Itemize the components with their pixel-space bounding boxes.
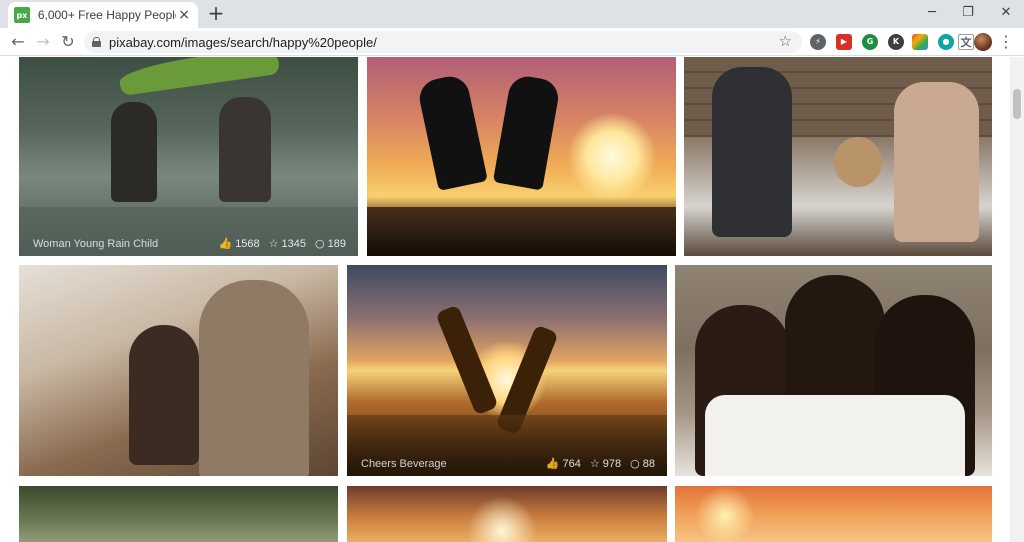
couple-with-dog-photo[interactable] — [684, 57, 992, 256]
sun-shape — [567, 112, 657, 202]
extension-green-circle-icon[interactable]: G — [862, 34, 878, 50]
pixabay-favicon-icon: px — [14, 7, 30, 23]
man-figure — [712, 67, 792, 237]
thumbs-up-icon: 👍 — [545, 457, 560, 470]
blonde-woman-figure — [199, 280, 309, 476]
page-scrollbar[interactable] — [1010, 57, 1024, 542]
star-icon: ☆ — [589, 457, 600, 470]
leaf-umbrella-shape — [117, 57, 281, 96]
favorites-count: 1345 — [281, 237, 307, 250]
browser-tab[interactable]: px 6,000+ Free Happy People & Hap × — [8, 2, 198, 28]
browser-menu-icon[interactable]: ⋮ — [998, 32, 1014, 52]
extension-bolt-icon[interactable]: ⚡ — [810, 34, 826, 50]
window-close-icon[interactable]: ✕ — [988, 0, 1024, 28]
favorites-stat[interactable]: ☆ 978 — [590, 457, 621, 470]
comments-stat[interactable]: ○ 88 — [630, 457, 655, 470]
likes-stat[interactable]: 👍 1568 — [218, 237, 259, 250]
extension-teal-badge-icon[interactable]: ● — [938, 34, 954, 50]
browser-toolbar: ← → ↻ pixabay.com/images/search/happy%20… — [0, 28, 1024, 56]
back-icon[interactable]: ← — [8, 32, 28, 52]
comments-count: 189 — [327, 237, 346, 250]
jumping-silhouettes-photo[interactable] — [367, 57, 676, 256]
women-laughing-photo[interactable] — [19, 265, 338, 476]
likes-count: 1568 — [235, 237, 260, 250]
likes-count: 764 — [562, 457, 581, 470]
new-tab-icon[interactable]: + — [204, 3, 228, 25]
jumping-person-silhouette — [416, 73, 488, 191]
three-friends-photo[interactable] — [675, 265, 992, 476]
pug-dog — [834, 137, 882, 187]
search-results-grid: Woman Young Rain Child 👍 1568 ☆ 1345 ○ 189 … — [0, 57, 1010, 542]
sun-shape — [695, 486, 755, 542]
comments-stat[interactable]: ○ 189 — [315, 237, 346, 250]
tab-title: 6,000+ Free Happy People & Hap — [37, 8, 176, 22]
url-text[interactable]: pixabay.com/images/search/happy%20people… — [109, 35, 377, 50]
star-icon: ☆ — [268, 237, 279, 250]
minimize-icon[interactable]: ─ — [914, 0, 950, 28]
favorites-count: 978 — [602, 457, 622, 470]
sun-glow-photo[interactable] — [675, 486, 992, 542]
extension-colorful-icon[interactable] — [912, 34, 928, 50]
comment-icon: ○ — [315, 237, 325, 250]
close-tab-icon[interactable]: × — [176, 7, 192, 23]
lock-icon — [92, 37, 101, 47]
photo-tags[interactable]: Cheers Beverage — [361, 458, 447, 470]
jumping-person-silhouette — [492, 73, 562, 191]
bookmark-star-icon[interactable]: ☆ — [779, 32, 792, 50]
address-bar[interactable]: pixabay.com/images/search/happy%20people… — [84, 31, 802, 53]
comments-count: 88 — [642, 457, 655, 470]
sun-shape — [467, 496, 537, 542]
girls-in-rain-photo[interactable]: Woman Young Rain Child 👍 1568 ☆ 1345 ○ 189 — [19, 57, 358, 256]
white-shirts — [705, 395, 965, 476]
profile-avatar[interactable] — [974, 33, 992, 51]
favorites-stat[interactable]: ☆ 1345 — [269, 237, 306, 250]
photo-stats: 👍 764 ☆ 978 ○ 88 — [546, 457, 655, 470]
woman-in-hat-figure — [129, 325, 199, 465]
sea-horizon — [367, 207, 676, 256]
photo-tags[interactable]: Woman Young Rain Child — [33, 238, 158, 250]
forward-icon[interactable]: → — [33, 32, 53, 52]
restore-icon[interactable]: ❐ — [950, 0, 986, 28]
extension-red-play-icon[interactable]: ▶ — [836, 34, 852, 50]
sunset-kids-photo[interactable] — [347, 486, 667, 542]
thumbs-up-icon: 👍 — [218, 237, 233, 250]
scrollbar-thumb[interactable] — [1013, 89, 1021, 119]
child-figure — [219, 97, 271, 202]
extension-translate-icon[interactable]: 文 — [958, 34, 974, 50]
woman-figure — [894, 82, 979, 242]
tab-strip: px 6,000+ Free Happy People & Hap × + ─ … — [0, 0, 1024, 28]
likes-stat[interactable]: 👍 764 — [546, 457, 581, 470]
photo-stats: 👍 1568 ☆ 1345 ○ 189 — [218, 237, 346, 250]
field-photo[interactable] — [19, 486, 338, 542]
extension-dark-k-icon[interactable]: K — [888, 34, 904, 50]
reload-icon[interactable]: ↻ — [58, 32, 78, 52]
cheers-bottles-photo[interactable]: Cheers Beverage 👍 764 ☆ 978 ○ 88 — [347, 265, 667, 476]
child-figure — [111, 102, 157, 202]
comment-icon: ○ — [630, 457, 640, 470]
